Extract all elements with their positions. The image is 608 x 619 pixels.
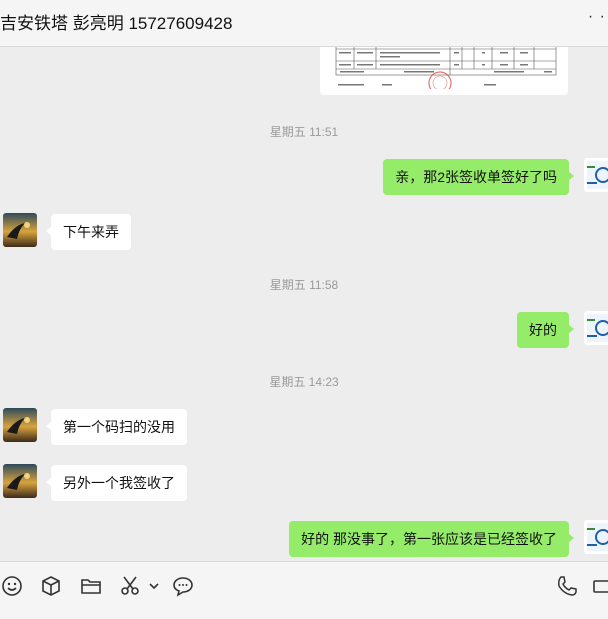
message-bubble-sent[interactable]: 好的 xyxy=(517,312,574,348)
contact-avatar[interactable] xyxy=(3,408,37,442)
timestamp: 星期五 11:58 xyxy=(269,278,339,292)
message-bubble-sent[interactable]: 好的 那没事了，第一张应该是已经签收了 xyxy=(289,521,574,557)
message-bubble-received[interactable]: 另外一个我签收了 xyxy=(46,465,187,501)
scissors-icon[interactable] xyxy=(119,574,143,598)
input-toolbar xyxy=(0,561,608,619)
emoji-icon[interactable] xyxy=(0,574,24,598)
chat-title: 吉安铁塔 彭亮明 15727609428 xyxy=(0,14,233,33)
message-bubble-received[interactable]: 下午来弄 xyxy=(46,214,131,250)
phone-icon[interactable] xyxy=(555,574,579,598)
contact-avatar[interactable] xyxy=(3,213,37,247)
more-icon[interactable]: · · xyxy=(588,8,606,26)
message-list[interactable]: 星期五 11:51 亲，那2张签收单签好了吗 下午来弄 星期五 11:58 好的 xyxy=(0,47,608,561)
message-bubble-received[interactable]: 第一个码扫的没用 xyxy=(46,409,187,445)
package-icon[interactable] xyxy=(39,574,63,598)
my-avatar[interactable] xyxy=(584,158,608,192)
my-avatar[interactable] xyxy=(584,520,608,554)
timestamp: 星期五 14:23 xyxy=(269,375,339,389)
chevron-down-icon[interactable] xyxy=(146,574,162,598)
folder-icon[interactable] xyxy=(79,574,103,598)
contact-avatar[interactable] xyxy=(3,464,37,498)
document-image xyxy=(334,47,558,89)
video-icon[interactable] xyxy=(592,574,608,598)
chat-bubble-icon[interactable] xyxy=(171,574,195,598)
message-image[interactable] xyxy=(320,47,568,95)
timestamp: 星期五 11:51 xyxy=(269,125,339,139)
my-avatar[interactable] xyxy=(584,311,608,345)
message-bubble-sent[interactable]: 亲，那2张签收单签好了吗 xyxy=(383,159,574,195)
chat-header: 吉安铁塔 彭亮明 15727609428 · · xyxy=(0,0,608,47)
